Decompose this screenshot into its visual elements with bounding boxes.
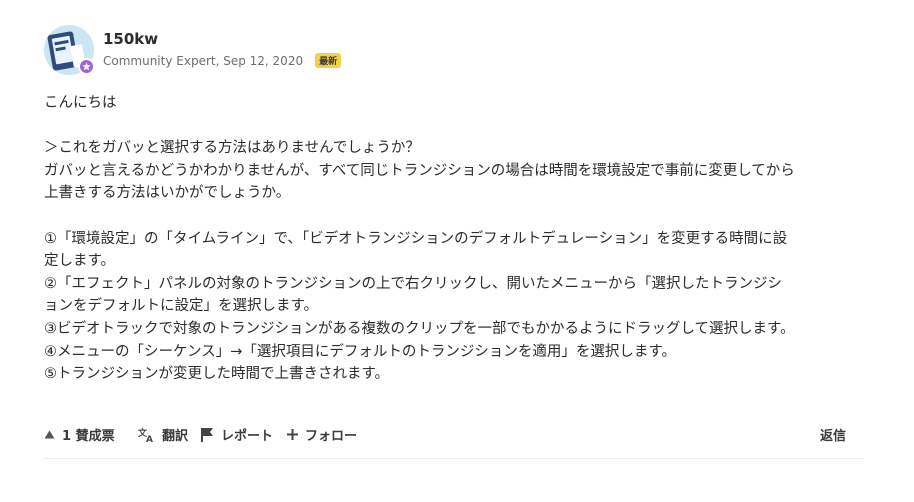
svg-text:A: A: [146, 435, 153, 442]
body-line: ョンをデフォルトに設定」を選択します。: [44, 298, 319, 315]
post-actions: 1 賛成票 文 A 翻訳 レポート フォロー 返信: [44, 424, 864, 444]
author-name[interactable]: 150kw: [103, 30, 158, 48]
upvote-label: 1 賛成票: [62, 428, 115, 444]
body-line: ①「環境設定」の「タイムライン」で、「ビデオトランジションのデフォルトデュレーシ…: [44, 230, 788, 247]
translate-icon: 文 A: [138, 427, 155, 442]
body-line: ガバッと言えるかどうかわかりませんが、すべて同じトランジションの場合は時間を環境…: [44, 162, 795, 179]
body-line: ⑤トランジションが変更した時間で上書きされます。: [44, 366, 390, 383]
follow-label: フォロー: [305, 428, 358, 444]
post-meta: Community Expert, Sep 12, 2020 最新: [103, 53, 342, 68]
body-line: こんにちは: [44, 95, 117, 111]
translate-label: 翻訳: [162, 428, 189, 444]
body-line: 定します。: [44, 253, 116, 270]
author-role-date: Community Expert, Sep 12, 2020: [103, 53, 304, 68]
body-line: 上書きする方法はいかがでしょうか。: [44, 185, 291, 202]
flag-icon: [200, 427, 214, 442]
community-post: 150kw Community Expert, Sep 12, 2020 最新 …: [0, 0, 914, 502]
plus-icon: [287, 428, 298, 440]
divider: [44, 458, 864, 459]
translate-button[interactable]: 文 A 翻訳: [138, 424, 188, 444]
report-label: レポート: [221, 428, 274, 444]
report-button[interactable]: レポート: [200, 424, 273, 444]
reply-label: 返信: [820, 428, 847, 444]
follow-button[interactable]: フォロー: [287, 424, 357, 444]
reply-button[interactable]: 返信: [820, 424, 846, 444]
upvote-button[interactable]: 1 賛成票: [44, 424, 115, 444]
body-line: ②「エフェクト」パネルの対象のトランジションの上で右クリックし、開いたメニューか…: [44, 275, 782, 292]
body-line: ④メニューの「シーケンス」→「選択項目にデフォルトのトランジションを適用」を選択…: [44, 343, 676, 360]
star-icon: [78, 58, 95, 75]
body-line: ＞これをガバッと選択する方法はありませんでしょうか？: [44, 140, 420, 157]
post-body: こんにちは ＞これをガバッと選択する方法はありませんでしょうか？ ガバッと言えるかど…: [44, 92, 884, 386]
new-badge: 最新: [315, 53, 342, 68]
body-line: ③ビデオトラックで対象のトランジションがある複数のクリップを一部でもかかるように…: [44, 320, 795, 337]
triangle-up-icon: [44, 430, 55, 439]
